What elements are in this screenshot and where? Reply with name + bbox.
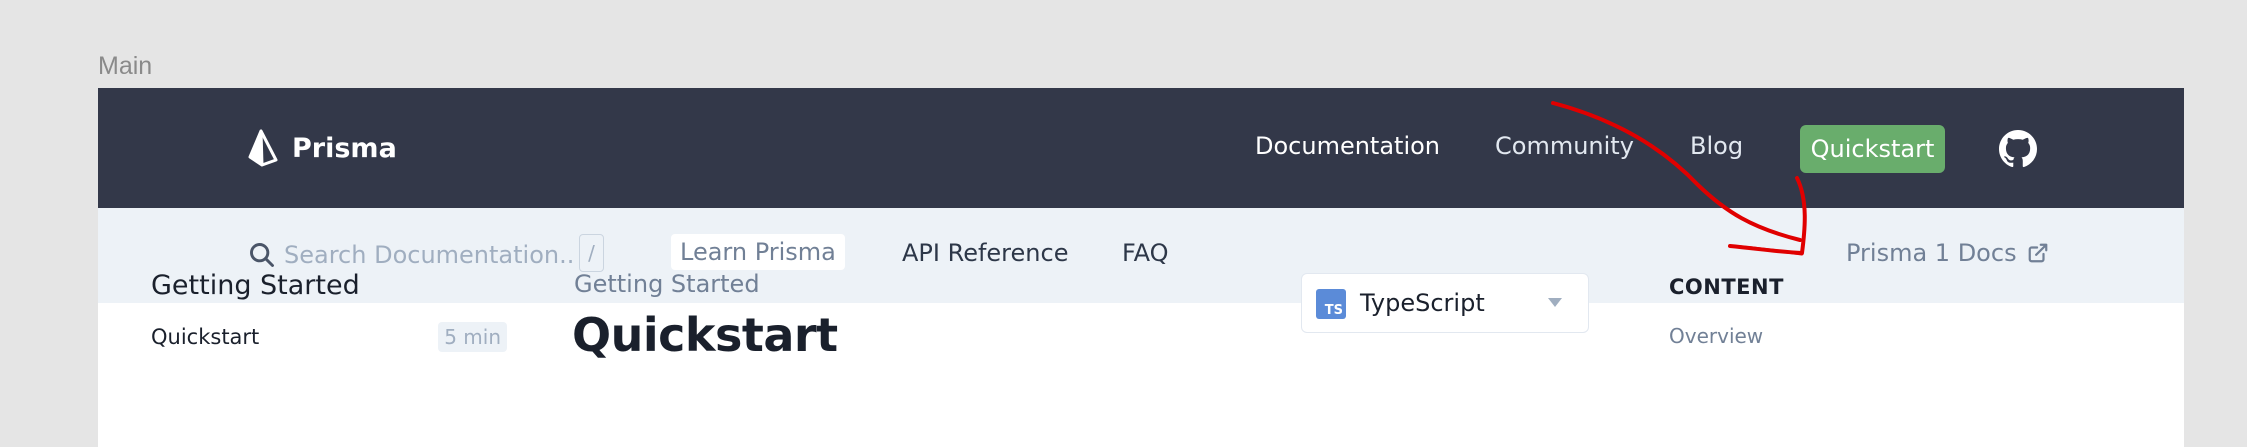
language-select-value: TypeScript xyxy=(1360,289,1485,317)
nav-blog[interactable]: Blog xyxy=(1690,132,1743,160)
prisma-logo-icon xyxy=(248,129,278,167)
toc-item-overview[interactable]: Overview xyxy=(1669,324,1763,348)
search-shortcut-key: / xyxy=(579,234,604,272)
prisma1-docs-label: Prisma 1 Docs xyxy=(1846,239,2017,267)
page-title: Quickstart xyxy=(572,308,838,362)
brand-name: Prisma xyxy=(292,132,397,164)
search-icon xyxy=(250,243,274,267)
secondary-navbar: / Learn Prisma API Reference FAQ Prisma … xyxy=(98,208,2184,303)
language-select[interactable]: TS TypeScript xyxy=(1301,273,1589,333)
external-link-icon xyxy=(2028,243,2047,263)
tab-learn-prisma[interactable]: Learn Prisma xyxy=(671,234,845,270)
search-input[interactable] xyxy=(284,236,574,274)
chevron-down-icon xyxy=(1548,298,1562,307)
github-icon[interactable] xyxy=(1999,130,2037,168)
prisma1-docs-link[interactable]: Prisma 1 Docs xyxy=(1846,239,2049,267)
quickstart-button[interactable]: Quickstart xyxy=(1800,125,1945,173)
tab-faq[interactable]: FAQ xyxy=(1122,239,1169,267)
brand-logo-link[interactable]: Prisma xyxy=(248,128,397,168)
main-frame: Prisma Documentation Community Blog Quic… xyxy=(98,88,2184,447)
sidebar-heading: Getting Started xyxy=(151,270,360,301)
nav-community[interactable]: Community xyxy=(1495,132,1634,160)
sidebar-item-label: Quickstart xyxy=(151,325,260,349)
nav-documentation[interactable]: Documentation xyxy=(1255,132,1440,160)
tab-api-reference[interactable]: API Reference xyxy=(902,239,1068,267)
reading-time-badge: 5 min xyxy=(438,322,507,352)
typescript-icon: TS xyxy=(1316,289,1346,319)
breadcrumb: Getting Started xyxy=(574,270,760,298)
sidebar-item-quickstart[interactable]: Quickstart 5 min xyxy=(151,322,507,358)
toc-heading: CONTENT xyxy=(1669,275,1784,299)
frame-label: Main xyxy=(98,52,153,80)
top-navbar: Prisma Documentation Community Blog Quic… xyxy=(98,88,2184,208)
